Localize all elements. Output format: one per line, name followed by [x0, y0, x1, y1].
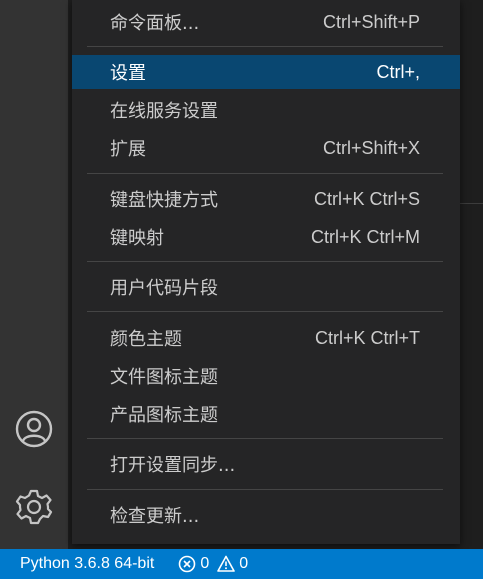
menu-item-label: 设置 [110, 63, 146, 84]
menu-separator [87, 438, 443, 439]
activity-bar [0, 0, 68, 549]
menu-item-shortcut: Ctrl+Shift+X [322, 137, 420, 158]
menu-item-shortcut: Ctrl+, [376, 61, 420, 82]
menu-item-label: 键盘快捷方式 [110, 190, 218, 211]
menu-item-label: 颜色主题 [110, 329, 182, 350]
menu-separator [87, 261, 443, 262]
status-bar: Python 3.6.8 64-bit 0 0 [0, 549, 483, 579]
editor-divider [460, 203, 483, 204]
manage-gear-icon[interactable] [14, 487, 54, 527]
menu-item-label: 检查更新... [110, 506, 200, 527]
menu-separator [87, 173, 443, 174]
warning-count: 0 [239, 555, 249, 572]
menu-item-check-for-updates[interactable]: 检查更新... [72, 498, 460, 532]
python-interpreter-label: Python 3.6.8 64-bit [20, 555, 155, 572]
error-icon [178, 555, 196, 573]
menu-item-shortcut: Ctrl+K Ctrl+M [310, 226, 420, 247]
menu-item-label: 在线服务设置 [110, 101, 218, 122]
account-icon[interactable] [14, 409, 54, 449]
menu-item-keyboard-shortcuts[interactable]: 键盘快捷方式 Ctrl+K Ctrl+S [72, 182, 460, 216]
menu-item-shortcut: Ctrl+Shift+P [322, 11, 420, 32]
menu-item-product-icon-theme[interactable]: 产品图标主题 [72, 397, 460, 431]
menu-item-label: 键映射 [110, 228, 164, 249]
menu-separator [87, 489, 443, 490]
vscode-window: 命令面板... Ctrl+Shift+P 设置 Ctrl+, 在线服务设置 扩展… [0, 0, 483, 579]
menu-item-settings-sync[interactable]: 打开设置同步... [72, 447, 460, 481]
menu-item-color-theme[interactable]: 颜色主题 Ctrl+K Ctrl+T [72, 321, 460, 355]
manage-context-menu: 命令面板... Ctrl+Shift+P 设置 Ctrl+, 在线服务设置 扩展… [72, 0, 460, 544]
menu-item-shortcut: Ctrl+K Ctrl+S [313, 188, 420, 209]
menu-separator [87, 46, 443, 47]
menu-item-online-services-settings[interactable]: 在线服务设置 [72, 93, 460, 127]
menu-item-label: 产品图标主题 [110, 405, 218, 426]
menu-item-file-icon-theme[interactable]: 文件图标主题 [72, 359, 460, 393]
menu-separator [87, 311, 443, 312]
menu-item-user-snippets[interactable]: 用户代码片段 [72, 270, 460, 304]
warning-icon [217, 555, 236, 573]
python-interpreter-status[interactable]: Python 3.6.8 64-bit [20, 549, 154, 579]
menu-item-command-palette[interactable]: 命令面板... Ctrl+Shift+P [72, 5, 460, 39]
menu-item-extensions[interactable]: 扩展 Ctrl+Shift+X [72, 131, 460, 165]
problems-status[interactable]: 0 0 [178, 549, 256, 579]
error-count: 0 [200, 555, 210, 572]
menu-item-shortcut: Ctrl+K Ctrl+T [314, 327, 420, 348]
menu-item-label: 文件图标主题 [110, 367, 218, 388]
menu-item-label: 扩展 [110, 139, 146, 160]
menu-item-keymaps[interactable]: 键映射 Ctrl+K Ctrl+M [72, 220, 460, 254]
menu-item-settings[interactable]: 设置 Ctrl+, [72, 55, 460, 89]
menu-item-label: 打开设置同步... [110, 455, 236, 476]
menu-item-label: 用户代码片段 [110, 278, 218, 299]
menu-item-label: 命令面板... [110, 13, 200, 34]
